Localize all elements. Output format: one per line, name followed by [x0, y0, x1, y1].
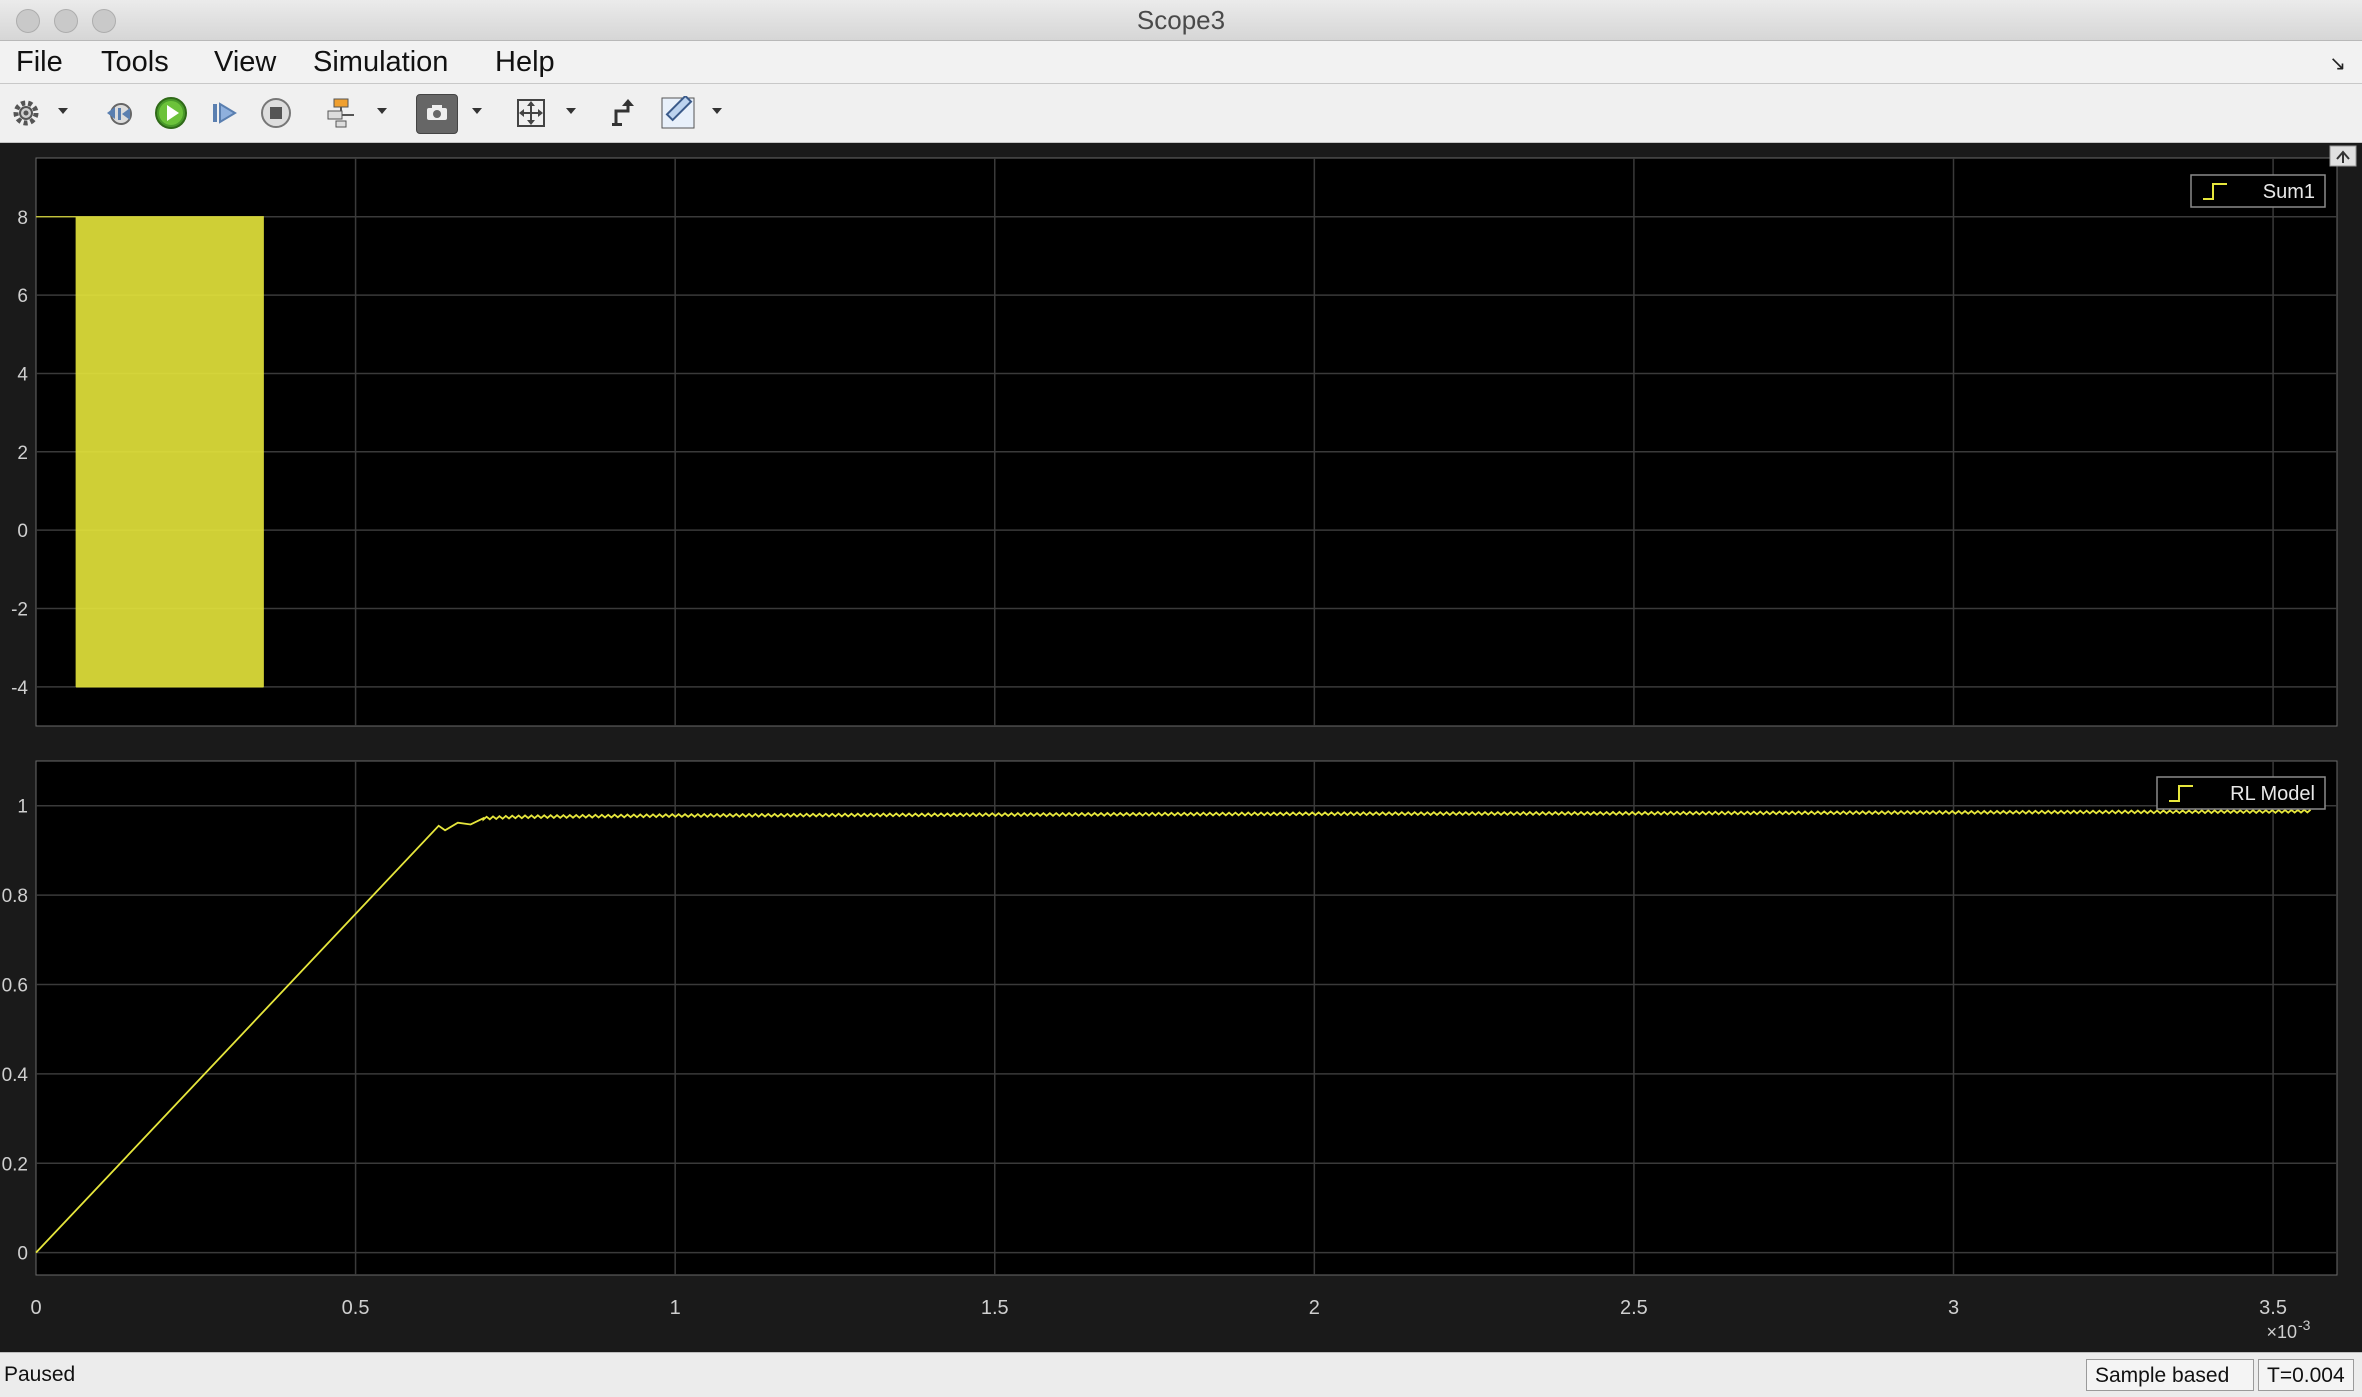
step-forward-icon[interactable] [206, 94, 242, 132]
menu-file[interactable]: File [16, 41, 63, 83]
run-icon[interactable] [152, 94, 190, 132]
step-back-icon[interactable] [102, 94, 138, 132]
x-exponent-power: -3 [2298, 1317, 2311, 1333]
signal-dropdown-caret[interactable] [377, 108, 387, 114]
menu-tools[interactable]: Tools [101, 41, 169, 83]
measure-icon[interactable] [658, 94, 698, 132]
x-tick-label: 0.5 [342, 1297, 370, 1319]
sample-mode-indicator: Sample based [2086, 1359, 2254, 1391]
menu-help[interactable]: Help [495, 41, 555, 83]
y-tick-label: 8 [17, 208, 28, 229]
y-tick-label: 0.2 [2, 1154, 28, 1175]
y-tick-label: 6 [17, 286, 28, 307]
zoom-dropdown-caret[interactable] [566, 108, 576, 114]
menu-simulation[interactable]: Simulation [313, 41, 448, 83]
x-tick-label: 1 [670, 1297, 681, 1319]
status-text: Paused [4, 1363, 76, 1386]
legend-label: RL Model [2230, 783, 2315, 805]
scope-display: -4 -2 0 2 4 6 8 0 0.2 0.4 0.6 0.8 1 0 0.5 1 1.5 2 2.5 3 3.5 ×… [0, 143, 2362, 1352]
x-tick-label: 2.5 [1620, 1297, 1648, 1319]
title-bar: Scope3 [0, 0, 2362, 41]
scope-plots: -4 -2 0 2 4 6 8 0 0.2 0.4 0.6 0.8 1 0 0.5 1 1.5 2 2.5 3 3.5 ×… [2, 145, 2357, 1342]
gear-icon[interactable] [8, 94, 44, 132]
x-tick-label: 2 [1309, 1297, 1320, 1319]
y-tick-label: 0.6 [2, 975, 28, 996]
x-tick-label: 3.5 [2259, 1297, 2287, 1319]
toolbar [0, 84, 2362, 143]
signal-selector-icon[interactable] [323, 94, 361, 132]
x-exponent-label: ×10 [2266, 1322, 2297, 1342]
plot-area-2 [35, 760, 2338, 1276]
highlight-dropdown-caret[interactable] [472, 108, 482, 114]
settings-dropdown-caret[interactable] [58, 108, 68, 114]
y-tick-label: 2 [17, 443, 28, 464]
window-title: Scope3 [1136, 5, 1226, 35]
y-tick-label: 1 [17, 797, 28, 818]
highlight-icon[interactable] [416, 94, 458, 134]
menu-bar: File Tools View Simulation Help ↘ [0, 41, 2362, 84]
x-tick-label: 0 [30, 1297, 41, 1319]
stop-icon[interactable] [257, 94, 295, 132]
status-bar: Paused Sample based T=0.004 [0, 1352, 2362, 1397]
y-tick-label: 0 [17, 521, 28, 542]
plot-area-1 [35, 157, 2338, 727]
y-tick-label: 0 [17, 1244, 28, 1265]
legend-label: Sum1 [2263, 181, 2315, 203]
undock-icon[interactable]: ↘ [2329, 51, 2346, 76]
cursor-icon[interactable] [606, 94, 642, 132]
y-tick-label: 4 [17, 364, 28, 385]
y-tick-label: 0.4 [2, 1065, 29, 1086]
measure-dropdown-caret[interactable] [712, 108, 722, 114]
y-tick-label: -4 [11, 678, 28, 699]
zoom-fit-icon[interactable] [512, 94, 550, 132]
menu-view[interactable]: View [214, 41, 276, 83]
x-tick-label: 1.5 [981, 1297, 1009, 1319]
y-tick-label: 0.8 [2, 886, 28, 907]
time-indicator: T=0.004 [2258, 1359, 2354, 1391]
y-tick-label: -2 [11, 599, 28, 620]
x-tick-label: 3 [1948, 1297, 1959, 1319]
